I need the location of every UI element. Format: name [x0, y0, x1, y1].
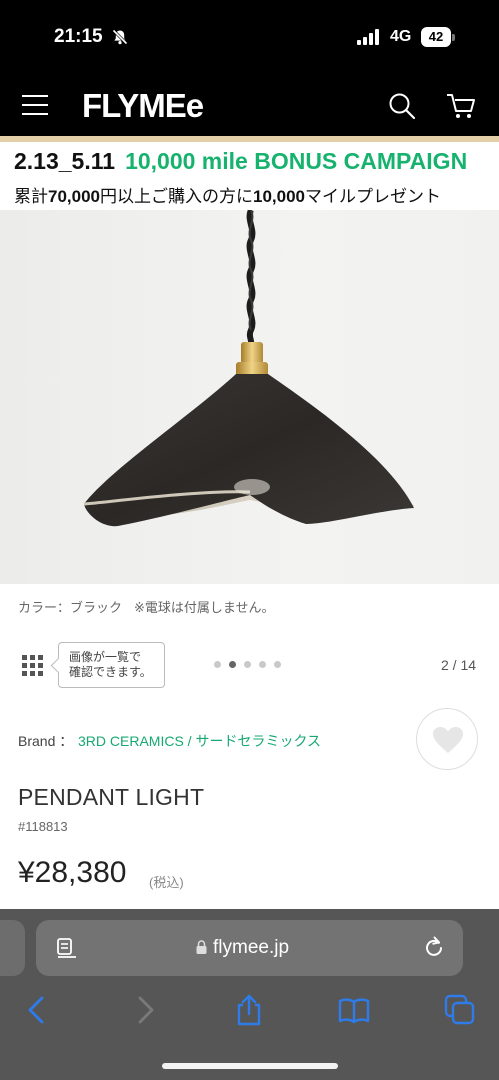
browser-toolbar: flymee.jp	[0, 909, 499, 1080]
status-time: 21:15	[54, 26, 103, 47]
search-icon[interactable]	[388, 92, 416, 120]
campaign-headline: 2.13_5.11 10,000 mile BONUS CAMPAIGN	[14, 148, 467, 175]
url-text: flymee.jp	[213, 937, 290, 958]
forward-icon[interactable]	[128, 993, 162, 1027]
battery-level: 42	[421, 27, 451, 47]
carousel-dots[interactable]	[214, 661, 286, 669]
pendant-lamp-illustration	[83, 210, 414, 527]
color-caption: カラー：ブラック	[18, 600, 123, 615]
lock-icon	[196, 940, 207, 954]
campaign-subtext: 累計70,000円以上ご購入の方に10,000マイルプレゼント	[14, 187, 441, 206]
tabs-icon[interactable]	[443, 993, 477, 1027]
product-sku: #118813	[18, 819, 68, 834]
carousel-dot[interactable]	[259, 661, 266, 668]
battery-icon: 42	[421, 27, 455, 47]
carousel-dot[interactable]	[274, 661, 281, 668]
carousel-dot[interactable]	[229, 661, 236, 668]
cart-icon[interactable]	[446, 92, 476, 120]
page-menu-icon[interactable]	[56, 937, 78, 959]
cellular-signal-icon	[357, 29, 379, 45]
address-bar[interactable]: flymee.jp	[36, 920, 463, 976]
carousel-dot[interactable]	[214, 661, 221, 668]
product-title: PENDANT LIGHT	[18, 784, 205, 810]
bulb-note: ※電球は付属しません。	[134, 600, 275, 615]
previous-tab-preview[interactable]	[0, 920, 25, 976]
favorite-button[interactable]	[416, 708, 478, 770]
campaign-dates: 2.13_5.11	[14, 148, 116, 174]
reload-icon[interactable]	[422, 935, 446, 959]
grid-view-icon[interactable]	[22, 655, 44, 677]
campaign-banner[interactable]: 2.13_5.11 10,000 mile BONUS CAMPAIGN 累計70…	[0, 142, 499, 210]
home-indicator[interactable]	[162, 1063, 338, 1069]
url-display[interactable]: flymee.jp	[196, 937, 289, 959]
grid-view-tooltip: 画像が一覧で 確認できます。	[58, 642, 165, 688]
product-price: ¥28,380	[18, 856, 127, 889]
network-type: 4G	[390, 28, 412, 45]
tax-note: (税込)	[149, 875, 184, 890]
bookmarks-icon[interactable]	[337, 993, 371, 1027]
menu-icon[interactable]	[22, 94, 48, 116]
campaign-title: 10,000 mile BONUS CAMPAIGN	[125, 148, 468, 174]
brand-label: Brand ：	[18, 733, 74, 749]
status-bar: 21:15 4G 42	[0, 0, 499, 76]
bell-slash-icon	[112, 29, 128, 45]
image-page-indicator: 2 / 14	[441, 657, 477, 673]
share-icon[interactable]	[232, 993, 266, 1027]
heart-icon	[433, 727, 463, 753]
site-logo[interactable]: FLYMEe	[82, 87, 204, 125]
image-caption: カラー：ブラック ※電球は付属しません。	[18, 597, 275, 616]
carousel-dot[interactable]	[244, 661, 251, 668]
site-header: FLYMEe	[0, 76, 499, 136]
product-image[interactable]	[0, 210, 499, 584]
brand-link[interactable]: 3RD CERAMICS / サードセラミックス	[78, 731, 321, 751]
back-icon[interactable]	[20, 993, 54, 1027]
